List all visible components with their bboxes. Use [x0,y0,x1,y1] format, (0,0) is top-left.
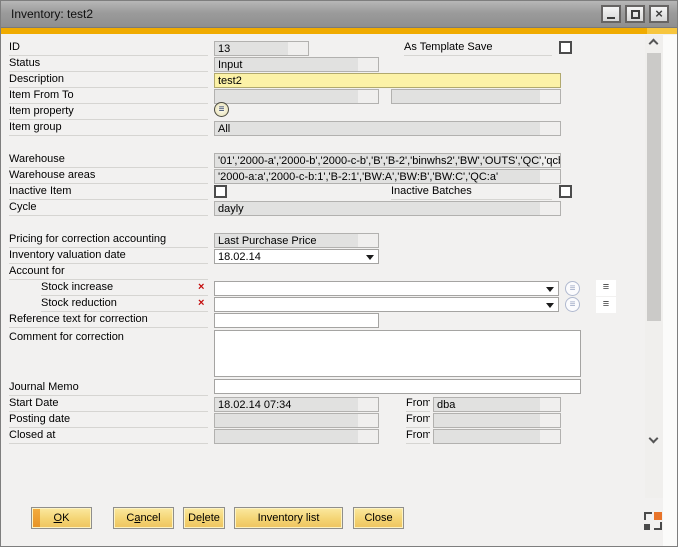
reference-text-input[interactable] [214,313,379,328]
stock-increase-choose-icon[interactable]: ≡ [565,281,580,296]
status-label: Status [9,57,208,72]
window-title: Inventory: test2 [11,7,93,21]
posting-date-label: Posting date [9,413,208,428]
account-for-label: Account for [9,265,208,280]
closed-from-value [433,429,561,444]
stock-increase-label: Stock increase [41,281,208,296]
journal-memo-label: Journal Memo [9,381,208,396]
pricing-value: Last Purchase Price [214,233,379,248]
description-input[interactable] [214,73,561,88]
stock-increase-menu-icon[interactable]: ≡ [596,280,616,296]
accent-bar [1,28,677,34]
chevron-down-icon [546,287,554,292]
closed-at-label: Closed at [9,429,208,444]
scroll-down-icon[interactable] [649,434,659,444]
inventory-list-button[interactable]: Inventory list [234,507,343,529]
chevron-down-icon [546,303,554,308]
item-group-value: All [214,121,561,136]
scroll-up-icon[interactable] [649,39,659,49]
status-value: Input [214,57,379,72]
description-label: Description [9,73,208,88]
window-controls: × [601,5,669,23]
ok-button-accent [33,509,40,527]
as-template-save-checkbox[interactable] [559,41,572,54]
title-bar: Inventory: test2 × [1,1,677,28]
maximize-button[interactable] [625,5,645,23]
minimize-button[interactable] [601,5,621,23]
cycle-value: dayly [214,201,561,216]
warehouse-areas-label: Warehouse areas [9,169,208,184]
inactive-item-checkbox[interactable] [214,185,227,198]
ok-button[interactable]: OK [31,507,92,529]
warehouse-areas-value: '2000-a:a','2000-c-b:1','B-2:1','BW:A','… [214,169,561,184]
item-group-label: Item group [9,121,208,136]
journal-memo-input[interactable] [214,379,581,394]
chevron-down-icon [366,255,374,260]
as-template-save-label: As Template Save [404,41,552,56]
item-from-value [214,89,379,104]
accent-bar-end [647,28,677,34]
maximize-icon [631,10,640,19]
valuation-date-value: 18.02.14 [218,250,261,264]
delete-button[interactable]: Delete [183,507,225,529]
stock-increase-combo[interactable] [214,281,559,296]
item-property-choose-icon[interactable]: ≡ [214,102,229,117]
reference-text-label: Reference text for correction [9,313,208,328]
close-button[interactable]: × [649,5,669,23]
stock-reduction-required-icon: × [198,297,210,311]
inactive-batches-checkbox[interactable] [559,185,572,198]
resize-grip-icon[interactable] [644,512,662,530]
close-icon: × [655,9,663,19]
right-gutter [663,35,677,546]
closed-from-label: From [406,429,430,444]
start-from-value: dba [433,397,561,412]
posting-from-value [433,413,561,428]
stock-reduction-label: Stock reduction [41,297,208,312]
warehouse-label: Warehouse [9,153,208,168]
posting-date-value [214,413,379,428]
inactive-item-label: Inactive Item [9,185,208,200]
item-property-label: Item property [9,105,208,120]
scrollbar-thumb[interactable] [647,53,661,321]
inventory-dialog-window: Inventory: test2 × ID 13 As Template Sav… [0,0,678,547]
start-date-value: 18.02.14 07:34 [214,397,379,412]
vertical-scrollbar[interactable] [645,35,663,498]
warehouse-value: '01','2000-a','2000-b','2000-c-b','B','B… [214,153,561,168]
item-from-to-label: Item From To [9,89,208,104]
closed-at-value [214,429,379,444]
start-from-label: From [406,397,430,412]
comment-label: Comment for correction [9,331,208,346]
id-value: 13 [214,41,309,56]
pricing-label: Pricing for correction accounting [9,233,208,248]
stock-reduction-combo[interactable] [214,297,559,312]
id-label: ID [9,41,208,56]
stock-increase-required-icon: × [198,281,210,295]
valuation-date-label: Inventory valuation date [9,249,208,264]
minimize-icon [607,17,615,19]
stock-reduction-choose-icon[interactable]: ≡ [565,297,580,312]
posting-from-label: From [406,413,430,428]
stock-reduction-menu-icon[interactable]: ≡ [596,297,616,313]
inactive-batches-label: Inactive Batches [391,185,552,200]
valuation-date-combo[interactable]: 18.02.14 [214,249,379,264]
start-date-label: Start Date [9,397,208,412]
comment-textarea[interactable] [214,330,581,377]
item-to-value [391,89,561,104]
close-dialog-button[interactable]: Close [353,507,404,529]
cycle-label: Cycle [9,201,208,216]
cancel-button[interactable]: Cancel [113,507,174,529]
button-bar: OK Cancel Delete Inventory list Close [1,507,677,531]
